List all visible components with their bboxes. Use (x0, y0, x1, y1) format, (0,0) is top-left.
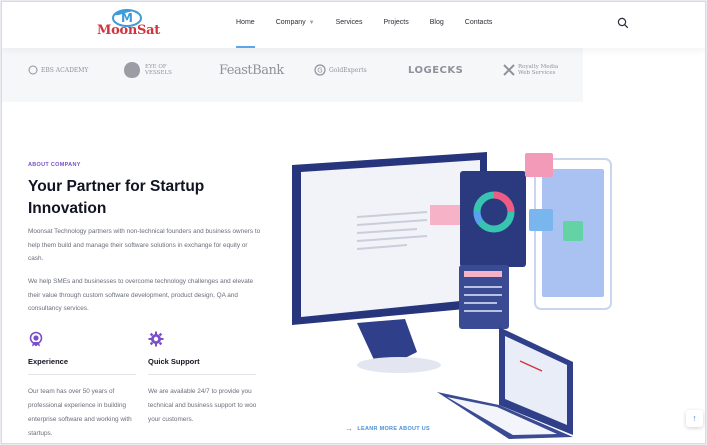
nav-company-label: Company (275, 19, 306, 26)
svg-text:G: G (317, 67, 322, 75)
nav-projects[interactable]: Projects (383, 2, 408, 48)
section-eyebrow: ABOUT COMPANY (28, 162, 81, 168)
brand-name: EYE OF VESSELS (145, 64, 172, 76)
main-nav: Home Company ▼ Services Projects Blog Con… (236, 2, 513, 48)
nav-home[interactable]: Home (236, 2, 255, 48)
about-paragraph-2: We help SMEs and businesses to overcome … (28, 278, 254, 312)
brand-name: Royalty Media Web Services (518, 64, 559, 76)
client-logos-strip: EBS ACADEMY EYE OF VESSELS FeastBank G G… (2, 48, 583, 102)
nav-home-label: Home (236, 19, 255, 26)
section-headline: Your Partner for Startup Innovation (28, 178, 205, 217)
brand-logo: LOGECKS (408, 62, 463, 78)
feature-title: Quick Support (148, 357, 256, 375)
chevron-down-icon: ▼ (308, 20, 315, 26)
brand-logo: Royalty Media Web Services (503, 62, 560, 78)
feature-experience: Experience Our team has over 50 years of… (28, 331, 136, 441)
brand-logo: G GoldExperts (314, 62, 367, 78)
nav-contacts-label: Contacts (464, 19, 493, 26)
brand-name: LOGECKS (408, 64, 464, 76)
nav-blog-label: Blog (429, 19, 444, 26)
brand-logo: EYE OF VESSELS (123, 62, 179, 78)
site-header: M MoonSat Home Company ▼ Services Project… (2, 2, 705, 48)
logo[interactable]: M MoonSat (95, 8, 167, 42)
logo-text: MoonSat (97, 23, 160, 38)
nav-services[interactable]: Services (336, 2, 363, 48)
page: M MoonSat Home Company ▼ Services Project… (1, 1, 706, 444)
nav-company[interactable]: Company ▼ (276, 2, 315, 48)
medal-icon (28, 331, 44, 347)
brand-name: GoldExperts (329, 66, 367, 74)
hero-illustration (287, 147, 622, 443)
search-icon[interactable] (617, 16, 629, 29)
gear-icon (148, 331, 164, 347)
brand-logo: FeastBank (219, 62, 284, 78)
brand-name: EBS ACADEMY (41, 66, 89, 74)
brand-name: FeastBank (219, 62, 284, 78)
nav-services-label: Services (335, 19, 363, 26)
feature-text: We are available 24/7 to provide you tec… (148, 388, 257, 423)
learn-more-link[interactable]: → LEANR MORE ABOUT US (345, 424, 430, 433)
feature-title: Experience (28, 357, 136, 375)
brand-logo: EBS ACADEMY (28, 62, 88, 78)
nav-blog[interactable]: Blog (430, 2, 444, 48)
learn-more-label: LEANR MORE ABOUT US (357, 426, 431, 432)
arrow-right-icon: → (345, 424, 354, 433)
arrow-up-icon: ↑ (692, 413, 697, 423)
feature-text: Our team has over 50 years of profession… (28, 388, 132, 437)
nav-projects-label: Projects (383, 19, 409, 26)
feature-quick-support: Quick Support We are available 24/7 to p… (148, 331, 256, 427)
nav-contacts[interactable]: Contacts (465, 2, 493, 48)
scroll-to-top-button[interactable]: ↑ (686, 410, 703, 427)
about-paragraph-1: Moonsat Technology partners with non-tec… (28, 228, 261, 262)
